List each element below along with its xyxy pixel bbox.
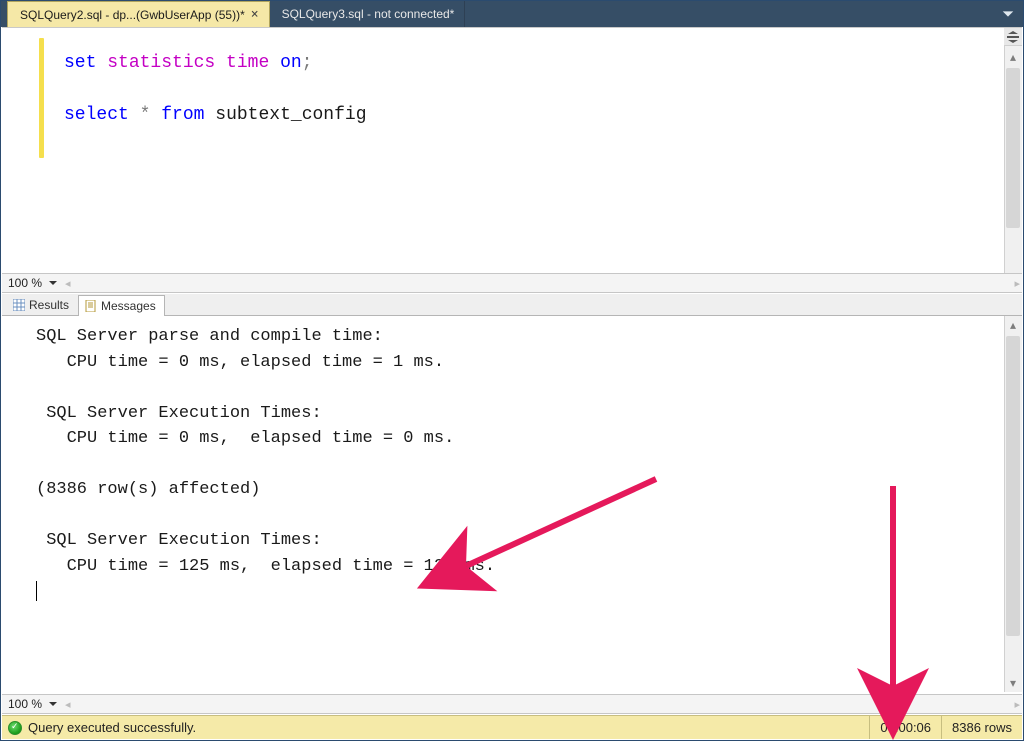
messages-zoom-bar: 100 % ◂ ▸ [2, 694, 1022, 714]
tab-label: Results [29, 298, 69, 312]
msg-line: (8386 row(s) affected) [36, 480, 260, 499]
tab-overflow-button[interactable] [993, 1, 1023, 27]
msg-line: SQL Server Execution Times: [36, 404, 322, 423]
results-tabstrip: Results Messages [2, 294, 1022, 316]
token: statistics time [107, 53, 269, 73]
keyword: from [161, 105, 204, 125]
status-left: Query executed successfully. [2, 720, 869, 735]
split-pane-icon[interactable] [1004, 28, 1022, 46]
keyword: select [64, 105, 129, 125]
msg-line: CPU time = 125 ms, elapsed time = 120 ms… [36, 557, 495, 576]
text-caret [36, 581, 37, 601]
editor-zoom-bar: 100 % ◂ ▸ [2, 273, 1022, 293]
elapsed-time: 00:00:06 [880, 720, 931, 735]
row-count: 8386 rows [952, 720, 1012, 735]
messages-vertical-scrollbar[interactable]: ▴ ▾ [1004, 316, 1022, 692]
tab-sqlquery2[interactable]: SQLQuery2.sql - dp...(GwbUserApp (55))* … [7, 1, 270, 27]
zoom-dropdown-icon[interactable] [46, 698, 59, 711]
document-tabstrip: SQLQuery2.sql - dp...(GwbUserApp (55))* … [1, 1, 1023, 27]
tab-messages[interactable]: Messages [78, 295, 165, 316]
keyword: set [64, 53, 96, 73]
tab-label: SQLQuery2.sql - dp...(GwbUserApp (55))* [20, 8, 245, 22]
scroll-thumb[interactable] [1006, 68, 1020, 228]
scroll-up-arrow-icon[interactable]: ▴ [1004, 48, 1022, 66]
sql-editor[interactable]: set statistics time on; select * from su… [2, 28, 1004, 273]
success-icon [8, 721, 22, 735]
sql-editor-pane: set statistics time on; select * from su… [2, 27, 1022, 273]
hscroll-right-icon[interactable]: ▸ [1012, 277, 1022, 290]
status-message: Query executed successfully. [28, 720, 196, 735]
tab-label: Messages [101, 299, 156, 313]
hscroll-left-icon[interactable]: ◂ [63, 698, 73, 711]
msg-line: SQL Server Execution Times: [36, 531, 322, 550]
hscroll-right-icon[interactable]: ▸ [1012, 698, 1022, 711]
status-bar: Query executed successfully. 00:00:06 83… [2, 715, 1022, 739]
msg-line: CPU time = 0 ms, elapsed time = 0 ms. [36, 429, 454, 448]
identifier: subtext_config [215, 105, 366, 125]
scroll-thumb[interactable] [1006, 336, 1020, 636]
status-elapsed: 00:00:06 [869, 716, 941, 739]
tab-label: SQLQuery3.sql - not connected* [282, 7, 455, 21]
scroll-up-arrow-icon[interactable]: ▴ [1004, 316, 1022, 334]
messages-pane: SQL Server parse and compile time: CPU t… [2, 316, 1022, 692]
document-icon [85, 300, 97, 312]
punct: ; [302, 53, 313, 73]
zoom-level[interactable]: 100 % [8, 276, 42, 290]
operator: * [140, 105, 151, 125]
messages-output[interactable]: SQL Server parse and compile time: CPU t… [2, 316, 1004, 692]
zoom-dropdown-icon[interactable] [46, 277, 59, 290]
scroll-down-arrow-icon[interactable]: ▾ [1004, 674, 1022, 692]
keyword: on [280, 53, 302, 73]
msg-line: CPU time = 0 ms, elapsed time = 1 ms. [36, 353, 444, 372]
zoom-level[interactable]: 100 % [8, 697, 42, 711]
editor-vertical-scrollbar[interactable]: ▴ [1004, 28, 1022, 273]
hscroll-left-icon[interactable]: ◂ [63, 277, 73, 290]
close-icon[interactable]: × [251, 8, 259, 21]
msg-line: SQL Server parse and compile time: [36, 327, 393, 346]
status-rows: 8386 rows [941, 716, 1022, 739]
grid-icon [13, 299, 25, 311]
tab-sqlquery3[interactable]: SQLQuery3.sql - not connected* [270, 1, 466, 27]
tab-results[interactable]: Results [6, 294, 78, 315]
